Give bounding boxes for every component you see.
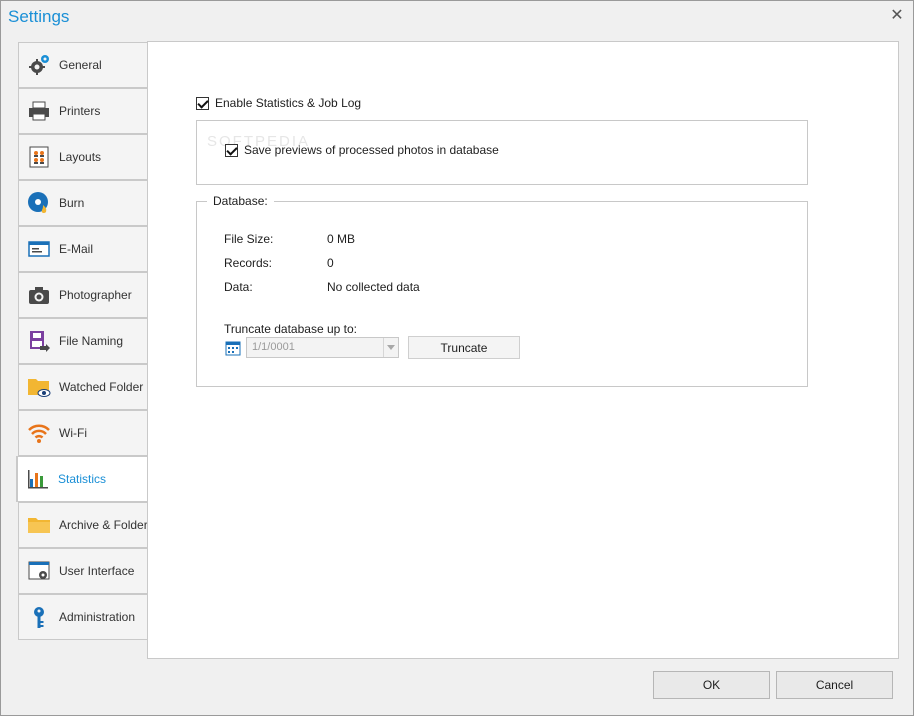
- sidebar-item-user-interface[interactable]: User Interface: [18, 548, 148, 594]
- email-icon: [27, 237, 51, 261]
- sidebar-item-burn[interactable]: Burn: [18, 180, 148, 226]
- title-bar: Settings ✕: [1, 1, 913, 33]
- sidebar-item-label: Administration: [59, 610, 136, 624]
- folder-icon: [27, 513, 51, 537]
- cancel-button[interactable]: Cancel: [776, 671, 893, 699]
- close-icon[interactable]: ✕: [889, 8, 905, 24]
- sidebar-item-archive-folders[interactable]: Archive & Folders: [18, 502, 154, 548]
- wifi-icon: [27, 421, 51, 445]
- sidebar-item-photographer[interactable]: Photographer: [18, 272, 148, 318]
- disc-burn-icon: [27, 191, 51, 215]
- sidebar-item-file-naming[interactable]: File Naming: [18, 318, 148, 364]
- gear-icon: [27, 53, 51, 77]
- sidebar-item-label: Burn: [59, 196, 85, 210]
- data-label: Data:: [224, 280, 253, 294]
- sidebar-item-layouts[interactable]: Layouts: [18, 134, 148, 180]
- truncate-label: Truncate database up to:: [224, 322, 357, 336]
- sidebar-item-label: E-Mail: [59, 242, 94, 256]
- watched-folder-icon: [27, 375, 51, 399]
- sidebar-item-label: Archive & Folders: [59, 518, 154, 532]
- printer-icon: [27, 99, 51, 123]
- sidebar-item-label: Layouts: [59, 150, 102, 164]
- key-icon: [27, 605, 51, 629]
- previews-group: SOFTPEDIA Save previews of processed pho…: [196, 120, 808, 185]
- database-legend: Database:: [207, 194, 274, 208]
- sidebar-item-printers[interactable]: Printers: [18, 88, 148, 134]
- layouts-icon: [27, 145, 51, 169]
- database-group: Database: File Size: 0 MB Records: 0 Dat…: [196, 194, 808, 387]
- sidebar-item-watched-folder[interactable]: Watched Folder: [18, 364, 148, 410]
- sidebar-item-label: File Naming: [59, 334, 124, 348]
- sidebar-item-label: Statistics: [58, 472, 107, 486]
- sidebar-item-wifi[interactable]: Wi-Fi: [18, 410, 148, 456]
- sidebar-item-label: User Interface: [59, 564, 135, 578]
- user-interface-icon: [27, 559, 51, 583]
- camera-icon: [27, 283, 51, 307]
- statistics-panel: Enable Statistics & Job Log SOFTPEDIA Sa…: [147, 41, 899, 659]
- truncate-date-picker[interactable]: 1/1/0001: [246, 337, 399, 358]
- save-previews-label: Save previews of processed photos in dat…: [244, 143, 499, 157]
- truncate-button[interactable]: Truncate: [408, 336, 520, 359]
- truncate-date-value: 1/1/0001: [252, 341, 295, 353]
- sidebar-item-general[interactable]: General: [18, 42, 148, 88]
- settings-window: Settings ✕ General Printers Layouts Burn…: [0, 0, 914, 716]
- records-value: 0: [327, 256, 334, 270]
- bar-chart-icon: [26, 467, 50, 491]
- sidebar-item-administration[interactable]: Administration: [18, 594, 148, 640]
- sidebar-item-statistics[interactable]: Statistics: [16, 456, 147, 502]
- enable-statistics-checkbox[interactable]: Enable Statistics & Job Log: [196, 96, 361, 110]
- window-title: Settings: [8, 7, 70, 26]
- calendar-icon[interactable]: [225, 340, 241, 356]
- sidebar-item-label: Watched Folder: [59, 380, 144, 394]
- ok-button[interactable]: OK: [653, 671, 770, 699]
- sidebar-item-label: Printers: [59, 104, 101, 118]
- enable-statistics-label: Enable Statistics & Job Log: [215, 96, 362, 110]
- file-size-label: File Size:: [224, 232, 274, 246]
- file-size-value: 0 MB: [327, 232, 356, 246]
- save-previews-checkbox[interactable]: Save previews of processed photos in dat…: [225, 143, 499, 157]
- data-value: No collected data: [327, 280, 420, 294]
- checkbox-checked-icon[interactable]: [196, 96, 209, 110]
- sidebar-item-email[interactable]: E-Mail: [18, 226, 148, 272]
- records-label: Records:: [224, 256, 273, 270]
- sidebar-item-label: Photographer: [59, 288, 132, 302]
- chevron-down-icon[interactable]: [383, 338, 398, 357]
- sidebar-item-label: Wi-Fi: [59, 426, 87, 440]
- sidebar-item-label: General: [59, 58, 102, 72]
- file-naming-icon: [27, 329, 51, 353]
- checkbox-checked-icon[interactable]: [225, 143, 238, 157]
